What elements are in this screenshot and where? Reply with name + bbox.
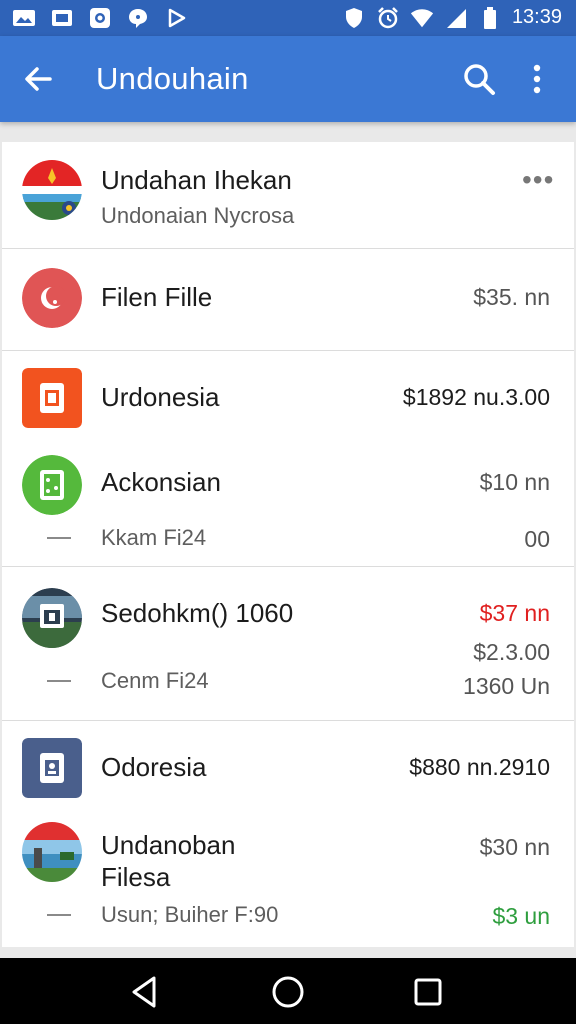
signal-icon: [444, 7, 468, 29]
dash-marker: [47, 914, 71, 916]
home-nav-icon[interactable]: [266, 970, 310, 1014]
item-title: Undanoban: [101, 830, 236, 860]
flag-avatar-icon: [22, 160, 82, 220]
wifi-icon: [410, 7, 434, 29]
item-sub-label: Kkam Fi24: [101, 525, 207, 550]
item-sub-label: Usun; Buiher F:90: [101, 902, 279, 927]
item-title: Sedohkm() 1060: [101, 598, 294, 628]
green-calculator-icon: [22, 455, 82, 515]
item-title: Odoresia: [101, 752, 207, 782]
battery-icon: [478, 6, 502, 29]
overflow-menu-icon[interactable]: [522, 59, 552, 99]
divider: [2, 566, 574, 567]
page-title: Undouhain: [96, 61, 249, 96]
recents-nav-icon[interactable]: [406, 970, 450, 1014]
camera-icon: [88, 7, 112, 29]
item-title: Undahan Ihekan: [101, 165, 292, 195]
item-more-icon[interactable]: •••: [522, 164, 554, 196]
item-sub-value: $3 un: [492, 903, 550, 929]
item-amount: $35. nn: [473, 284, 550, 310]
item-amount: $30 nn: [479, 834, 550, 860]
transaction-list: Undahan Ihekan Undonaian Nycrosa ••• Fil…: [2, 142, 574, 947]
chat-icon: [126, 7, 150, 29]
alarm-icon: [376, 6, 400, 29]
item-title-line2: Filesa: [101, 862, 171, 892]
landscape-avatar-icon: [22, 588, 82, 648]
orange-document-icon: [22, 368, 82, 428]
item-amount: $880 nn.2910: [409, 754, 550, 780]
item-amount-secondary: $2.3.00: [473, 639, 550, 665]
system-navigation-bar: [0, 958, 576, 1024]
dash-marker: [47, 537, 71, 539]
item-sub-value: 1360 Un: [463, 673, 550, 699]
item-amount: $10 nn: [479, 469, 550, 495]
play-icon: [164, 7, 188, 29]
blue-document-icon: [22, 738, 82, 798]
divider: [2, 720, 574, 721]
item-title: Ackonsian: [101, 467, 221, 497]
item-sub-value: 00: [524, 526, 550, 552]
item-title: Filen Fille: [101, 282, 213, 312]
shield-icon: [342, 7, 366, 29]
app-bar: Undouhain: [0, 36, 576, 122]
item-amount: $37 nn: [479, 600, 550, 626]
item-title: Urdonesia: [101, 382, 220, 412]
search-icon[interactable]: [460, 59, 500, 99]
dash-marker: [47, 680, 71, 682]
back-nav-icon[interactable]: [122, 970, 166, 1014]
status-bar: 13:39: [0, 0, 576, 36]
clock-time: 13:39: [511, 6, 562, 28]
photo-icon: [12, 7, 36, 29]
screen-icon: [50, 7, 74, 29]
item-amount: $1892 nu.3.00: [402, 384, 550, 410]
item-subtitle: Undonaian Nycrosa: [101, 203, 295, 228]
item-sub-label: Cenm Fi24: [101, 668, 209, 693]
divider: [2, 248, 574, 249]
lake-avatar-icon: [22, 822, 82, 882]
red-circle-icon: [22, 268, 82, 328]
divider: [2, 350, 574, 351]
back-arrow-icon[interactable]: [20, 59, 60, 99]
